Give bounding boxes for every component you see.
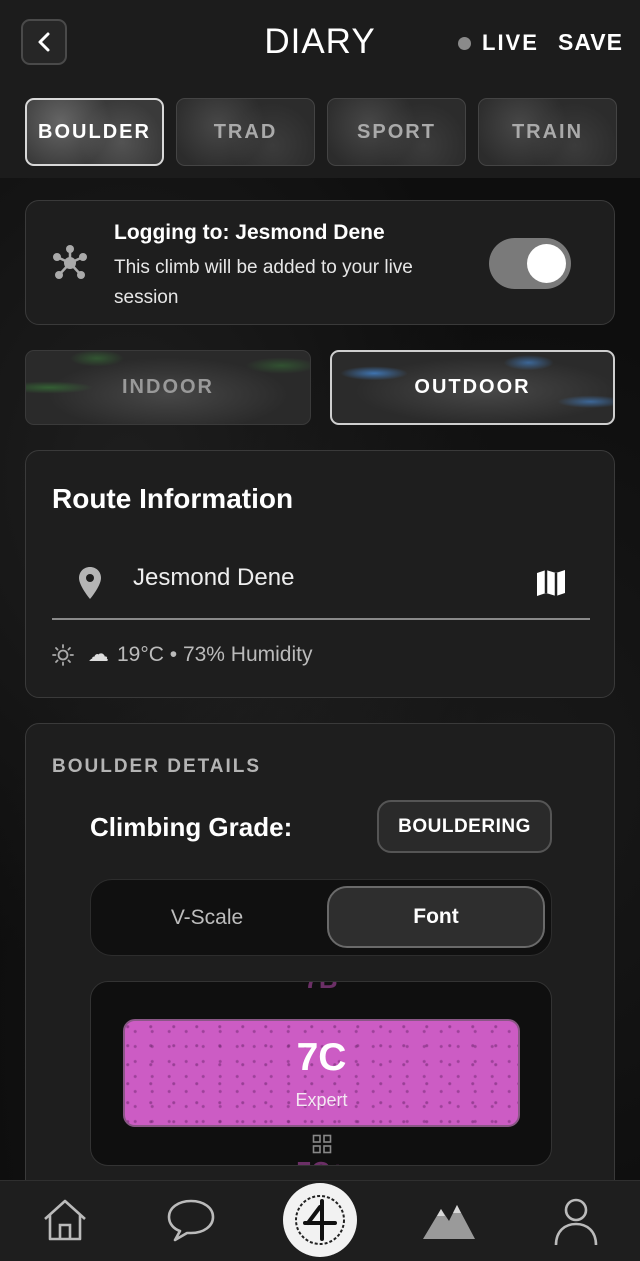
logging-subtitle: This climb will be added to your live se… [114,257,413,308]
grade-scale-selector: V-Scale Font [90,879,552,956]
weather-text: 19°C • 73% Humidity [117,642,313,666]
app-logo-button[interactable] [283,1183,357,1257]
profile-icon[interactable] [551,1195,601,1247]
live-session-toggle[interactable] [489,238,571,289]
tab-sport[interactable]: SPORT [327,98,466,166]
boulder-details-card: BOULDER DETAILS Climbing Grade: BOULDERI… [25,723,615,1243]
sun-icon [52,643,74,666]
live-indicator[interactable]: LIVE [458,30,539,56]
route-info-title: Route Information [52,483,294,514]
grade-value: 7C [296,1035,347,1079]
indoor-button[interactable]: INDOOR [25,350,311,425]
tab-train[interactable]: TRAIN [478,98,617,166]
live-dot-icon [458,36,471,50]
grade-picker-next[interactable]: 7C+ [91,1156,551,1165]
home-icon[interactable] [40,1195,90,1245]
logo-icon [295,1195,345,1245]
grid-icon[interactable] [312,1134,332,1154]
save-button[interactable]: SAVE [558,29,623,56]
route-divider [52,618,590,620]
mountains-icon[interactable] [421,1195,477,1245]
live-session-card: Logging to: Jesmond Dene This climb will… [25,200,615,325]
logging-title: Logging to: Jesmond Dene [114,221,385,244]
chat-icon[interactable] [165,1195,217,1245]
network-hub-icon [53,245,87,279]
grade-level: Expert [295,1089,348,1110]
tab-trad[interactable]: TRAD [176,98,315,166]
route-location[interactable]: Jesmond Dene [133,564,294,592]
page-title: DIARY [264,22,376,61]
live-label: LIVE [482,30,539,55]
tab-boulder[interactable]: BOULDER [25,98,164,166]
selected-grade-chip[interactable]: 7C Expert [123,1019,520,1127]
outdoor-button[interactable]: OUTDOOR [330,350,615,425]
top-header: DIARY LIVE SAVE BOULDER TRAD SPORT TRAIN [0,0,640,178]
location-pin-icon [79,567,101,599]
bouldering-button[interactable]: BOULDERING [377,800,552,853]
bottom-navigation [0,1180,640,1261]
cloud-icon: ☁ [88,643,109,666]
weather-row: ☁ 19°C • 73% Humidity [52,642,313,667]
scale-option-vscale[interactable]: V-Scale [91,880,323,955]
grade-picker[interactable]: 7B 7C Expert 7C+ [90,981,552,1166]
boulder-details-label: BOULDER DETAILS [52,756,262,777]
scale-option-font[interactable]: Font [327,886,545,948]
climbing-grade-label: Climbing Grade: [90,812,293,842]
map-icon[interactable] [536,569,566,597]
discipline-tabs: BOULDER TRAD SPORT TRAIN [25,98,617,166]
toggle-knob [527,244,566,283]
route-information-card: Route Information Jesmond Dene ☁ 19°C • … [25,450,615,698]
grade-picker-prev[interactable]: 7B [91,982,551,995]
